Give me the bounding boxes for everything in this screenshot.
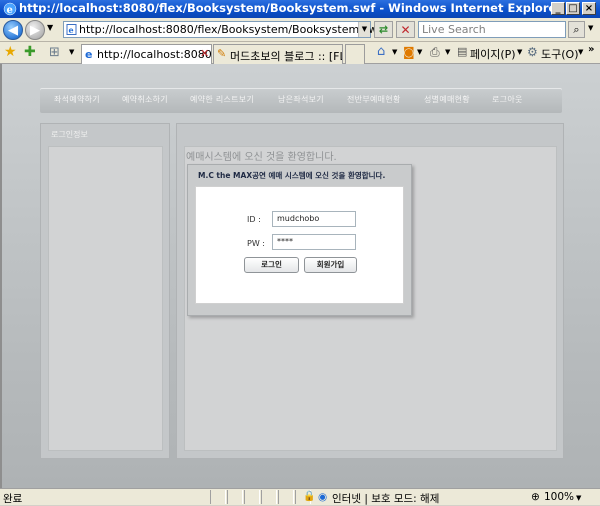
tab-list-dropdown-icon[interactable]: ▼: [69, 48, 74, 56]
search-input[interactable]: Live Search: [418, 21, 566, 38]
status-segment: [210, 490, 226, 504]
menu-reservation-list[interactable]: 예약한 리스트보기: [190, 94, 254, 105]
menu-logout[interactable]: 로그아웃: [492, 94, 523, 105]
login-info-panel: 로그인정보: [40, 123, 170, 459]
chevron-more-icon[interactable]: »: [588, 44, 594, 55]
protected-mode-icon: 🔒: [303, 491, 316, 502]
tab-page-icon: e: [85, 48, 93, 61]
stop-icon[interactable]: ✕: [396, 21, 415, 38]
zoom-icon: ⊕: [531, 491, 540, 503]
address-field[interactable]: e http://localhost:8080/flex/Booksystem/…: [63, 21, 381, 38]
page-menu[interactable]: 페이지(P): [470, 46, 516, 62]
new-tab-button[interactable]: [345, 44, 365, 64]
tab-current-label: http://localhost:8080...: [97, 48, 212, 61]
login-info-header: 로그인정보: [51, 130, 88, 139]
tab-blog-label: 머드초보의 블로그 :: [FL...: [230, 50, 342, 63]
id-label: ID :: [247, 215, 261, 224]
address-toolbar: ◀ ▶ ▼ e http://localhost:8080/flex/Books…: [0, 18, 600, 42]
menu-cancel-reservation[interactable]: 예약취소하기: [122, 94, 168, 105]
tab-blog[interactable]: ✎ 머드초보의 블로그 :: [FL...: [213, 44, 343, 64]
zoom-level[interactable]: 100%: [544, 491, 574, 503]
pw-label: PW :: [247, 239, 265, 248]
welcome-text: 예매시스템에 오신 것을 환영합니다.: [186, 152, 337, 163]
search-options-dropdown-icon[interactable]: ▼: [588, 24, 593, 32]
status-segment: [227, 490, 243, 504]
back-button[interactable]: ◀: [3, 20, 23, 40]
svg-text:e: e: [69, 25, 74, 35]
add-favorite-icon[interactable]: ✚: [24, 44, 36, 60]
search-placeholder: Live Search: [422, 23, 486, 36]
status-segment: [278, 490, 294, 504]
page-icon: e: [66, 24, 77, 35]
page-menu-icon: ▤: [457, 45, 468, 58]
status-text: 완료: [3, 493, 23, 505]
tab-current[interactable]: e http://localhost:8080... ✕: [81, 44, 212, 64]
tools-gear-icon: ⚙: [527, 45, 538, 59]
tools-dropdown-icon[interactable]: ▼: [578, 48, 583, 56]
minimize-button[interactable]: _: [551, 2, 565, 15]
login-dialog-body: ID : mudchobo PW : **** 로그인 회원가입: [195, 186, 404, 304]
forward-button[interactable]: ▶: [25, 20, 45, 40]
svg-text:e: e: [7, 5, 13, 16]
status-segment: [261, 490, 277, 504]
tab-close-icon[interactable]: ✕: [200, 47, 209, 60]
title-bar[interactable]: e http://localhost:8080/flex/Booksystem/…: [0, 0, 600, 18]
menu-gender-status[interactable]: 성별예매현황: [424, 94, 470, 105]
status-bar: 완료 🔒 ◉ 인터넷 | 보호 모드: 해제 ⊕ 100% ▼: [0, 488, 600, 505]
address-dropdown-icon[interactable]: ▼: [358, 22, 370, 37]
history-dropdown-icon[interactable]: ▼: [47, 23, 53, 32]
print-dropdown-icon[interactable]: ▼: [445, 48, 450, 56]
quick-tabs-icon[interactable]: ⊞: [49, 45, 60, 60]
maximize-button[interactable]: □: [566, 2, 580, 15]
ie-logo-icon: e: [3, 2, 17, 16]
feeds-icon[interactable]: ◙: [403, 45, 415, 59]
window-title: http://localhost:8080/flex/Booksystem/Bo…: [19, 1, 562, 15]
app-menu-bar: 좌석예약하기 예약취소하기 예약한 리스트보기 남은좌석보기 전반부예매현황 성…: [40, 88, 562, 113]
tools-menu[interactable]: 도구(O): [541, 46, 578, 62]
print-icon[interactable]: ⎙: [430, 45, 440, 60]
refresh-go-icon[interactable]: ⇄: [374, 21, 393, 38]
login-info-body: [48, 146, 163, 451]
internet-zone-icon: ◉: [318, 491, 328, 503]
login-dialog: M.C the MAX공연 예매 시스템에 오신 것을 환영합니다. ID : …: [187, 164, 412, 316]
close-window-button[interactable]: ×: [582, 2, 596, 15]
menu-reserve-seat[interactable]: 좌석예약하기: [54, 94, 100, 105]
home-icon[interactable]: ⌂: [377, 44, 385, 59]
home-dropdown-icon[interactable]: ▼: [392, 48, 397, 56]
feeds-dropdown-icon[interactable]: ▼: [417, 48, 422, 56]
favorites-star-icon[interactable]: ★: [4, 44, 17, 60]
address-url: http://localhost:8080/flex/Booksystem/Bo…: [79, 23, 382, 36]
signup-button[interactable]: 회원가입: [304, 257, 357, 273]
tab-toolbar: ★ ✚ ⊞ ▼ e http://localhost:8080... ✕ ✎ 머…: [0, 42, 600, 64]
zoom-dropdown-icon[interactable]: ▼: [576, 494, 581, 502]
page-menu-dropdown-icon[interactable]: ▼: [517, 48, 522, 56]
menu-first-half-status[interactable]: 전반부예매현황: [347, 94, 401, 105]
security-zone-text[interactable]: 인터넷 | 보호 모드: 해제: [332, 491, 439, 506]
login-button[interactable]: 로그인: [244, 257, 299, 273]
id-input[interactable]: mudchobo: [272, 211, 356, 227]
menu-remaining-seats[interactable]: 남은좌석보기: [278, 94, 324, 105]
tab-blog-icon: ✎: [217, 47, 227, 60]
pw-input[interactable]: ****: [272, 234, 356, 250]
login-dialog-title: M.C the MAX공연 예매 시스템에 오신 것을 환영합니다.: [198, 171, 386, 180]
status-segment: [244, 490, 260, 504]
search-icon[interactable]: ⌕: [568, 21, 585, 38]
